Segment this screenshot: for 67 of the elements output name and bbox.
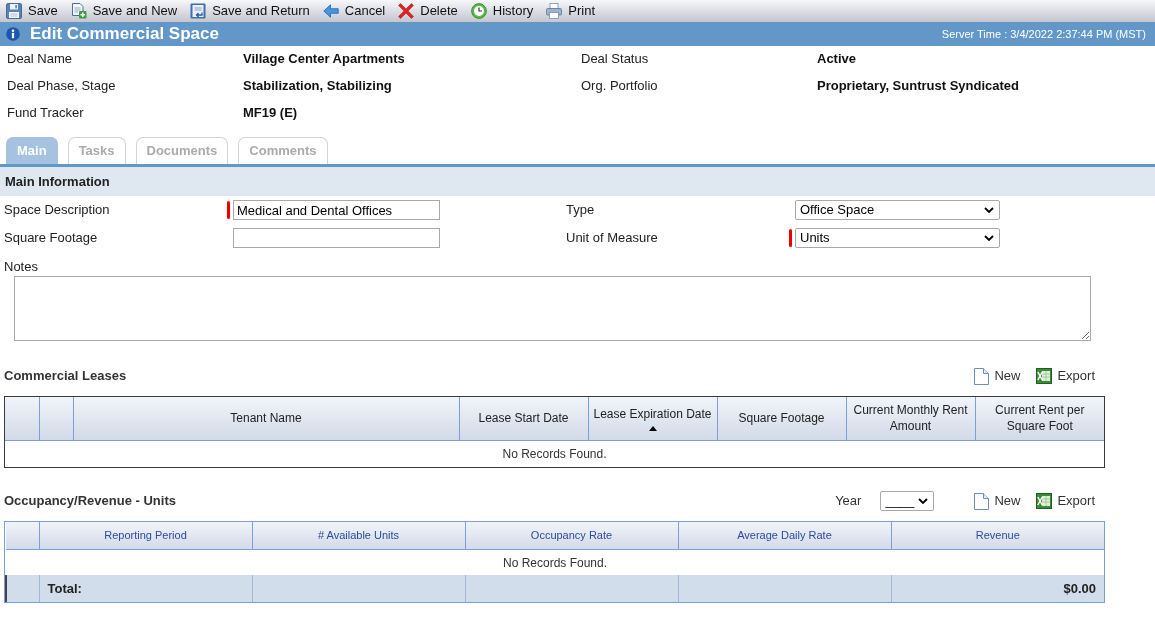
- document-arrow-icon: [190, 3, 207, 19]
- spreadsheet-icon: [1036, 368, 1053, 384]
- dropdown[interactable]: Office Space: [795, 200, 1000, 220]
- section-title: Occupancy/Revenue - Units: [4, 492, 176, 511]
- page-title: Edit Commercial Space: [30, 23, 219, 46]
- document-icon: [974, 492, 990, 510]
- column-header[interactable]: Square Footage: [717, 397, 846, 440]
- field-value: Village Center Apartments: [243, 51, 405, 66]
- print-button[interactable]: Print: [546, 1, 595, 21]
- column-header[interactable]: Occupancy Rate: [465, 522, 678, 549]
- history-button[interactable]: History: [470, 1, 534, 21]
- spreadsheet-icon: [1036, 493, 1053, 509]
- total-label: Total:: [47, 580, 82, 596]
- field-label: Year: [835, 492, 862, 511]
- cross-icon: [398, 3, 415, 19]
- field-label: Org. Portfolio: [581, 78, 658, 93]
- column-header[interactable]: Tenant Name: [73, 397, 459, 440]
- field-value: Proprietary, Suntrust Syndicated: [817, 78, 1020, 93]
- field-label: Deal Phase, Stage: [7, 78, 116, 93]
- section-title: Main Information: [5, 172, 110, 191]
- column-header[interactable]: Average Daily Rate: [678, 522, 891, 549]
- dropdown[interactable]: Units: [795, 228, 1000, 248]
- new-button[interactable]: New: [974, 366, 1021, 386]
- field-label: Type: [566, 201, 595, 220]
- export-button[interactable]: Export: [1036, 366, 1095, 386]
- field-label: Deal Name: [7, 51, 73, 66]
- total-value: $0.00: [1063, 580, 1096, 596]
- field-value: Active: [817, 51, 857, 66]
- field-label: Notes: [4, 258, 38, 277]
- section-title: Commercial Leases: [4, 367, 127, 386]
- chevron-down-icon: [984, 207, 994, 213]
- document-plus-icon: [70, 3, 87, 19]
- notes-field[interactable]: [14, 276, 1091, 341]
- field-value: Stabilization, Stabilizing: [243, 78, 392, 93]
- text-field[interactable]: Medical and Dental Offices: [233, 200, 440, 220]
- column-header[interactable]: Reporting Period: [39, 522, 252, 549]
- chevron-down-icon: [984, 235, 994, 241]
- field-label: Space Description: [4, 201, 110, 220]
- export-button[interactable]: Export: [1036, 491, 1095, 511]
- server-time: Server Time : 3/4/2022 2:37:44 PM (MST): [941, 26, 1146, 42]
- delete-button[interactable]: Delete: [398, 1, 458, 21]
- save-and-new-button[interactable]: Save and New: [70, 1, 178, 21]
- empty-message: No Records Found.: [502, 447, 607, 461]
- printer-icon: [546, 3, 563, 19]
- left-arrow-icon: [322, 3, 339, 19]
- document-icon: [974, 367, 990, 385]
- column-header[interactable]: Lease Expiration Date: [588, 397, 717, 440]
- field-label: Square Footage: [4, 229, 98, 248]
- chevron-down-icon: [918, 498, 929, 504]
- field-label: Deal Status: [581, 51, 649, 66]
- field-label: Fund Tracker: [7, 105, 84, 120]
- dropdown[interactable]: ____: [880, 491, 935, 511]
- column-header[interactable]: Current Rent per Square Foot: [975, 397, 1104, 440]
- field-label: Unit of Measure: [566, 229, 658, 248]
- clock-icon: [470, 3, 487, 19]
- field-value: MF19 (E): [243, 105, 298, 120]
- info-icon: [6, 27, 20, 41]
- cancel-button[interactable]: Cancel: [322, 1, 386, 21]
- save-and-return-button[interactable]: Save and Return: [190, 1, 310, 21]
- new-button[interactable]: New: [974, 491, 1021, 511]
- column-header[interactable]: # Available Units: [252, 522, 465, 549]
- empty-message: No Records Found.: [502, 555, 608, 570]
- save-button[interactable]: Save: [6, 1, 58, 21]
- column-header[interactable]: Revenue: [891, 522, 1104, 549]
- column-header[interactable]: Current Monthly Rent Amount: [846, 397, 975, 440]
- text-field[interactable]: [233, 228, 440, 248]
- column-header[interactable]: Lease Start Date: [459, 397, 588, 440]
